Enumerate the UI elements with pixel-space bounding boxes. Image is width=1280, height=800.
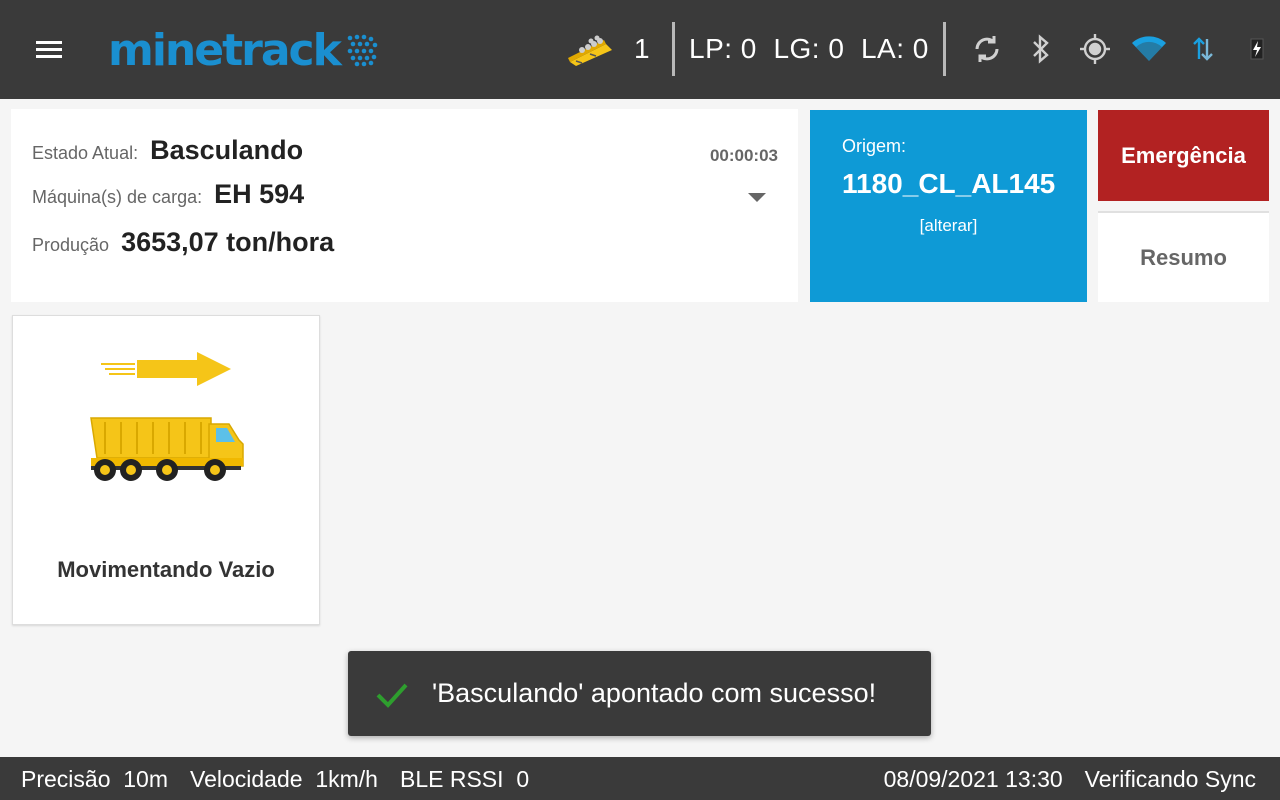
load-count: 1 (634, 33, 650, 64)
gps-target-icon (1068, 29, 1122, 69)
sync-status: Verificando Sync (1084, 766, 1256, 792)
origem-value: 1180_CL_AL145 (842, 168, 1056, 199)
status-indicators: 1 LP: 0 LG: 0 LA: 0 (566, 22, 1280, 76)
bottom-status-bar: Precisão 10m Velocidade 1km/h BLE RSSI 0… (0, 757, 1280, 800)
sync-icon[interactable] (960, 29, 1014, 69)
ble-value: 0 (516, 766, 530, 792)
maquina-label: Máquina(s) de carga: (32, 187, 203, 207)
datetime: 08/09/2021 13:30 (883, 766, 1063, 792)
precisao-label: Precisão (21, 766, 111, 792)
precisao-value: 10m (123, 766, 169, 792)
estado-label: Estado Atual: (32, 143, 139, 163)
minetrack-logo: minetrack (108, 24, 380, 76)
producao-row: Produção 3653,07 ton/hora (32, 227, 334, 258)
empty-dump-truck-moving-icon (90, 352, 244, 481)
logo-dots-icon (347, 34, 378, 67)
check-icon (376, 683, 408, 708)
emergency-button[interactable]: Emergência (1098, 110, 1269, 201)
maquina-dropdown-arrow-icon[interactable] (748, 193, 766, 202)
maquina-row: Máquina(s) de carga: EH 594 (32, 179, 304, 210)
success-toast: 'Basculando' apontado com sucesso! (348, 651, 931, 736)
action-tile-movimentando-vazio[interactable]: Movimentando Vazio (12, 315, 320, 625)
logo-text: minetrack (108, 24, 342, 76)
origem-card[interactable]: Origem: 1180_CL_AL145 [alterar] (810, 110, 1087, 302)
top-app-bar: minetrack 1 LP: 0 LG: 0 LA: 0 (0, 0, 1280, 99)
precisao-status: Precisão 10m (21, 766, 168, 793)
battery-charging-icon (1230, 29, 1280, 69)
state-timer: 00:00:03 (709, 146, 778, 165)
hamburger-menu-icon[interactable] (30, 34, 68, 66)
wifi-icon (1122, 29, 1176, 69)
producao-label: Produção (32, 235, 110, 255)
truck-load-icon (568, 35, 612, 66)
origem-label: Origem: (842, 136, 907, 156)
action-tile-label: Movimentando Vazio (57, 557, 275, 582)
toast-message: 'Basculando' apontado com sucesso! (432, 678, 877, 708)
estado-row: Estado Atual: Basculando (32, 135, 303, 166)
data-transfer-icon (1176, 29, 1230, 69)
lp-lg-la-counters: LP: 0 LG: 0 LA: 0 (689, 33, 929, 64)
bluetooth-icon (1014, 29, 1068, 69)
velocidade-value: 1km/h (315, 766, 378, 792)
velocidade-label: Velocidade (190, 766, 303, 792)
ble-label: BLE RSSI (399, 766, 504, 792)
estado-value: Basculando (150, 135, 304, 165)
divider (672, 22, 675, 76)
ble-rssi-status: BLE RSSI 0 (400, 766, 529, 793)
current-state-card: Estado Atual: Basculando 00:00:03 Máquin… (11, 109, 798, 302)
velocidade-status: Velocidade 1km/h (190, 766, 378, 793)
divider (942, 22, 946, 76)
alterar-origem-link[interactable]: [alterar] (810, 216, 1087, 236)
resumo-button[interactable]: Resumo (1098, 211, 1269, 302)
maquina-value: EH 594 (214, 179, 305, 209)
producao-value: 3653,07 ton/hora (121, 227, 335, 257)
